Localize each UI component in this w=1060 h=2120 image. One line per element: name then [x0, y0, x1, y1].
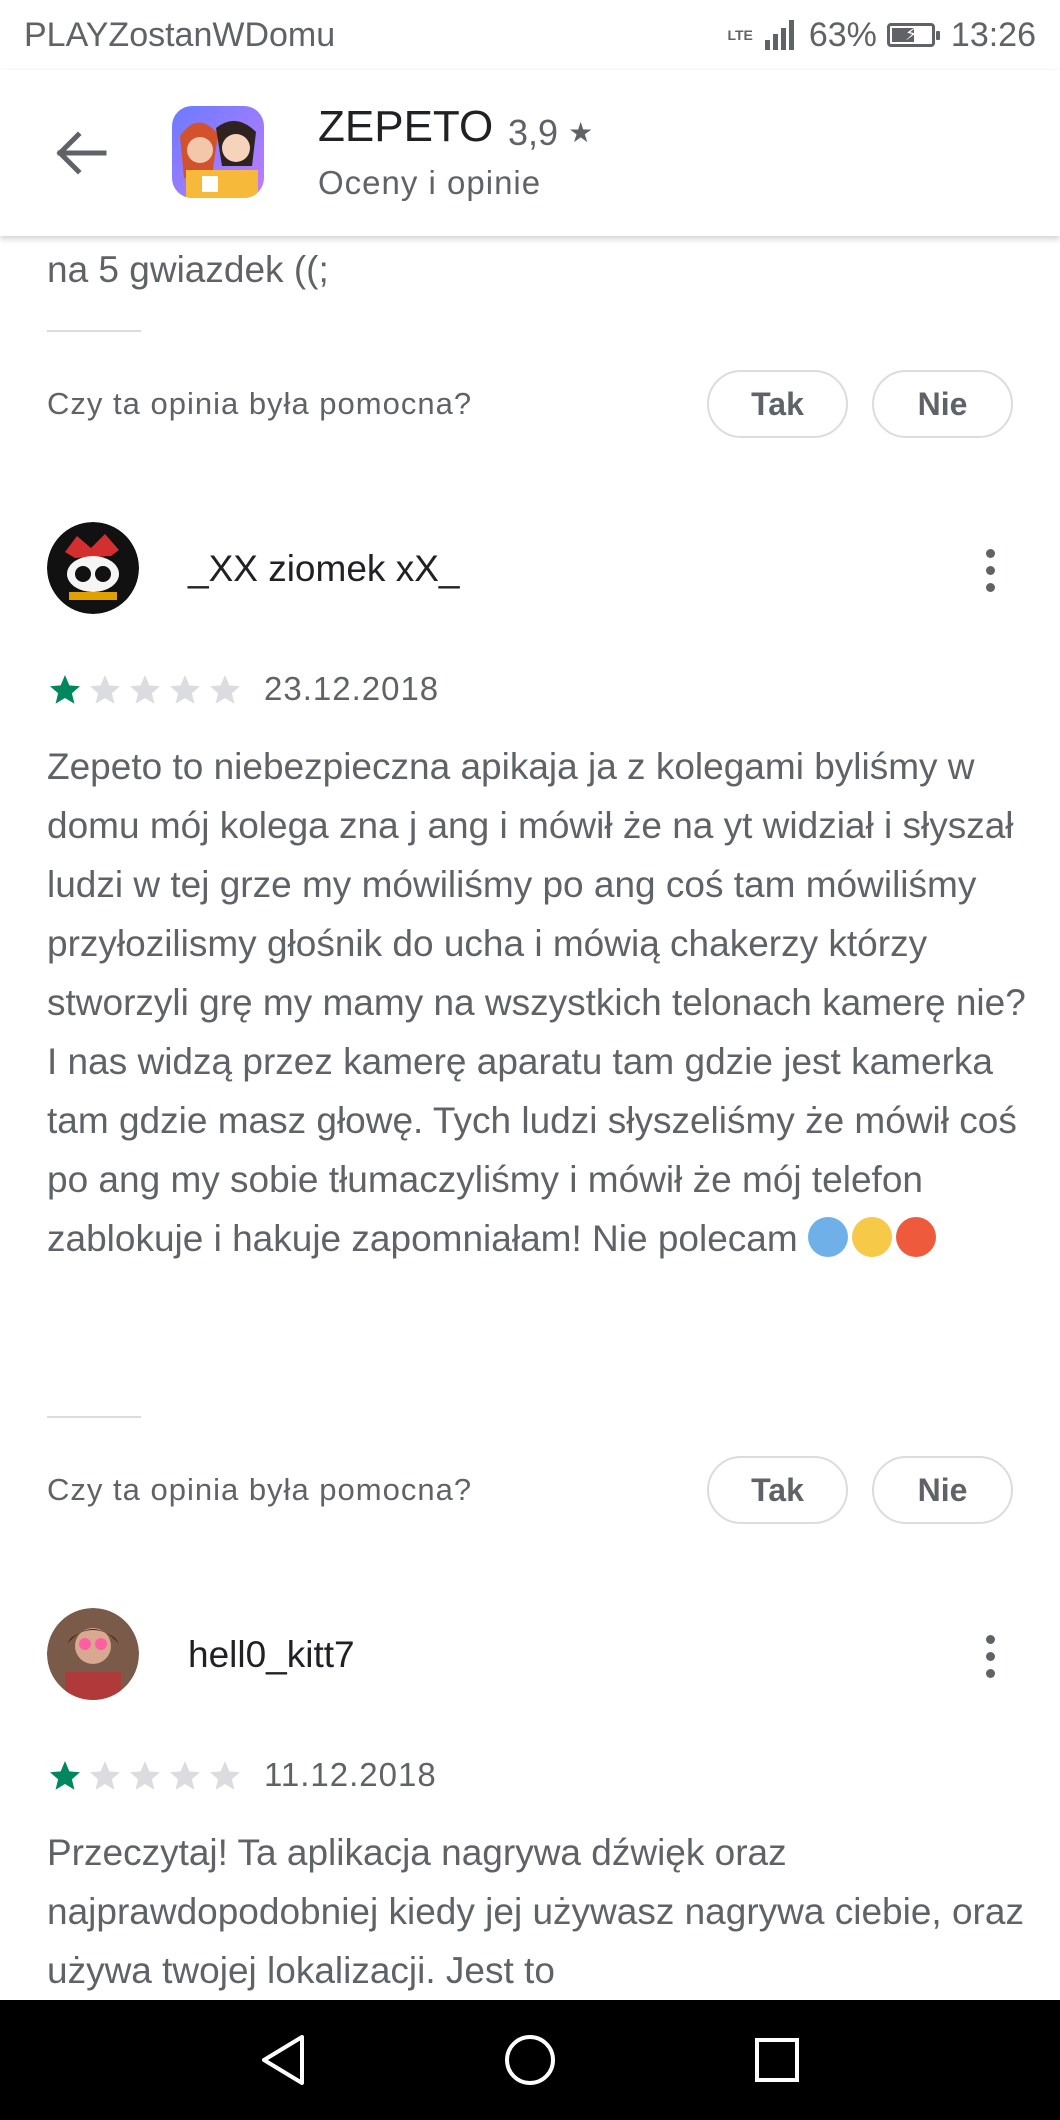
- avatar-image: [47, 1608, 139, 1700]
- more-options-icon[interactable]: [970, 1626, 1010, 1686]
- grimacing-face-emoji: [851, 1217, 892, 1257]
- helpful-no-button[interactable]: Nie: [872, 1456, 1013, 1524]
- star-rating: [47, 1758, 243, 1794]
- star-empty-icon: [210, 675, 240, 704]
- nav-home-icon: [504, 2035, 555, 2085]
- star-rating: [47, 672, 243, 708]
- star-empty-icon: [130, 1761, 160, 1790]
- avatar[interactable]: [47, 1608, 139, 1700]
- star-filled-icon: [50, 1761, 80, 1790]
- review-text: Przeczytaj! Ta aplikacja nagrywa dźwięk …: [47, 1832, 1024, 1991]
- divider: [47, 330, 141, 332]
- nav-back-button[interactable]: [248, 2025, 318, 2095]
- review-text: Zepeto to niebezpieczna apikaja ja z kol…: [47, 737, 1027, 1268]
- star-icon: ★: [568, 117, 594, 148]
- nav-back-icon: [262, 2035, 305, 2085]
- helpful-question: Czy ta opinia była pomocna?: [47, 386, 473, 421]
- arrow-back-icon: [56, 131, 107, 175]
- app-rating: 3,9 ★: [508, 112, 593, 154]
- star-empty-icon: [90, 675, 120, 704]
- page-subtitle: Oceny i opinie: [318, 164, 542, 201]
- back-button[interactable]: [42, 118, 118, 188]
- navigation-bar: [0, 2000, 1060, 2120]
- star-empty-icon: [130, 675, 160, 704]
- star-filled-icon: [50, 675, 80, 704]
- helpful-question: Czy ta opinia była pomocna?: [47, 1472, 473, 1507]
- more-options-icon[interactable]: [970, 540, 1010, 600]
- helpful-yes-button[interactable]: Tak: [707, 1456, 848, 1524]
- avatar[interactable]: [47, 522, 139, 614]
- nav-recents-button[interactable]: [742, 2025, 812, 2095]
- angry-face-emoji: [895, 1217, 936, 1257]
- zepeto-app-icon: [172, 106, 264, 198]
- avatar-image: [47, 522, 139, 614]
- review-author: _XX ziomek xX_: [188, 548, 460, 589]
- review-body: Zepeto to niebezpieczna apikaja ja z kol…: [47, 746, 1026, 1259]
- app-rating-value: 3,9: [508, 112, 559, 153]
- review-date: 11.12.2018: [264, 1756, 437, 1793]
- star-empty-icon: [210, 1761, 240, 1790]
- reviews-list[interactable]: na 5 gwiazdek ((; Czy ta opinia była pom…: [0, 0, 1060, 2000]
- review-author: hell0_kitt7: [188, 1634, 355, 1675]
- star-empty-icon: [170, 675, 200, 704]
- nav-recents-icon: [754, 2038, 799, 2082]
- divider: [47, 1416, 141, 1418]
- star-empty-icon: [90, 1761, 120, 1790]
- helpful-yes-button[interactable]: Tak: [707, 370, 848, 438]
- app-title: ZEPETO: [318, 102, 494, 151]
- nav-home-button[interactable]: [495, 2025, 565, 2095]
- app-icon[interactable]: [172, 106, 264, 198]
- anxious-face-emoji: [807, 1217, 848, 1257]
- app-header: ZEPETO 3,9 ★ Oceny i opinie: [0, 70, 1060, 236]
- helpful-no-button[interactable]: Nie: [872, 370, 1013, 438]
- review-text-partial: na 5 gwiazdek ((;: [47, 249, 329, 290]
- review-date: 23.12.2018: [264, 670, 440, 707]
- star-empty-icon: [170, 1761, 200, 1790]
